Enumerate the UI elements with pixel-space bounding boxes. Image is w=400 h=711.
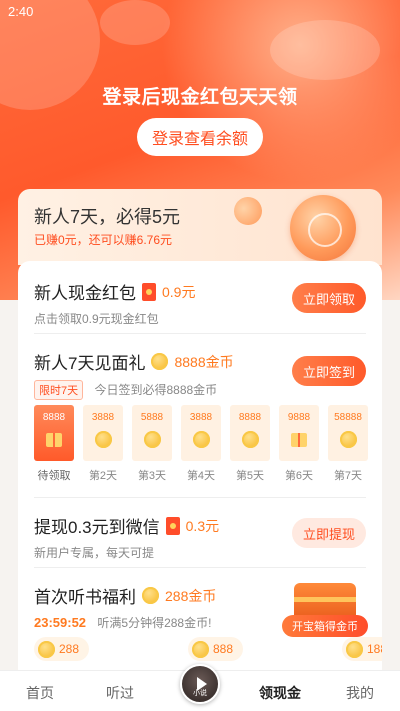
task-reward: 0.9元 xyxy=(162,283,196,300)
divider xyxy=(34,497,366,498)
player-caption: 小说 xyxy=(193,690,207,697)
gift-icon xyxy=(46,433,62,447)
task-reward: 288金币 xyxy=(165,587,217,604)
task-reward: 8888金币 xyxy=(174,353,234,370)
withdraw-button[interactable]: 立即提现 xyxy=(292,518,366,548)
day-label: 第2天 xyxy=(88,470,118,482)
reward-pill[interactable]: 288 xyxy=(34,637,90,661)
gold-coin-icon xyxy=(142,587,159,604)
divider xyxy=(34,333,366,334)
tab-history[interactable]: 听过 xyxy=(90,683,150,703)
day-item[interactable]: 8888 待领取 xyxy=(34,405,74,483)
task-title: 新人7天见面礼 xyxy=(34,354,146,373)
task-title: 提现0.3元到微信 xyxy=(34,518,160,537)
treasure-chest-button[interactable]: 开宝箱得金币 xyxy=(282,579,368,639)
checkin-button[interactable]: 立即签到 xyxy=(292,356,366,386)
gold-coin-icon xyxy=(94,431,112,448)
gold-coin-icon xyxy=(192,640,209,658)
day-amount: 58888 xyxy=(334,412,362,423)
coin-icon xyxy=(229,192,267,230)
gold-coin-icon xyxy=(241,431,259,448)
task-title: 新人现金红包 xyxy=(34,284,136,303)
red-packet-icon xyxy=(142,282,156,301)
banner-subtitle: 已赚0元，还可以赚6.76元 xyxy=(34,233,173,247)
day-label: 第6天 xyxy=(284,470,314,482)
gold-coin-icon xyxy=(143,431,161,448)
reward-pill[interactable]: 888 xyxy=(188,637,244,661)
pill-value: 288 xyxy=(59,642,80,656)
day-amount: 8888 xyxy=(238,412,262,423)
gold-coin-icon xyxy=(346,640,363,658)
gold-coin-icon xyxy=(151,353,169,370)
gift-icon xyxy=(291,433,307,447)
pill-value: 188 xyxy=(367,642,382,656)
limited-time-tag: 限时7天 xyxy=(34,380,84,400)
task-desc: 今日签到必得8888金币 xyxy=(94,383,218,397)
gold-coin-icon xyxy=(38,640,55,658)
countdown-timer: 23:59:52 xyxy=(34,615,87,630)
day-item[interactable]: 8888 第5天 xyxy=(230,405,270,483)
day-item[interactable]: 5888 第3天 xyxy=(132,405,172,483)
status-time: 2:40 xyxy=(8,4,34,19)
coin-icon xyxy=(290,195,356,261)
gold-coin-icon xyxy=(192,431,210,448)
checkin-days: 8888 待领取 3888 第2天 5888 第3天 3888 第4天 8888… xyxy=(34,405,374,485)
player-button[interactable]: 小说 xyxy=(180,664,220,704)
day-label: 第7天 xyxy=(333,470,363,482)
day-label: 第3天 xyxy=(137,470,167,482)
claim-now-button[interactable]: 立即领取 xyxy=(292,283,366,313)
decor-coin-icon xyxy=(100,0,170,45)
day-amount: 3888 xyxy=(189,412,213,423)
day-label: 第5天 xyxy=(235,470,265,482)
day-label: 第4天 xyxy=(186,470,216,482)
task-title: 首次听书福利 xyxy=(34,588,136,607)
day-item[interactable]: 3888 第4天 xyxy=(181,405,221,483)
hero-title: 登录后现金红包天天领 xyxy=(102,87,298,108)
divider xyxy=(34,567,366,568)
pill-value: 888 xyxy=(213,642,234,656)
day-amount: 5888 xyxy=(140,412,164,423)
day-amount: 8888 xyxy=(42,412,66,423)
login-button[interactable]: 登录查看余额 xyxy=(137,118,263,156)
day-item[interactable]: 3888 第2天 xyxy=(83,405,123,483)
task-desc: 听满5分钟得288金币! xyxy=(97,616,212,630)
reward-pill[interactable]: 188 xyxy=(342,637,382,661)
chest-label: 开宝箱得金币 xyxy=(282,615,368,637)
tab-cash[interactable]: 领现金 xyxy=(250,683,310,703)
banner-title: 新人7天，必得5元 xyxy=(34,207,181,227)
listen-rewards: 288 888 188 xyxy=(34,637,382,665)
trophy-icon xyxy=(339,431,357,448)
task-card: 新人现金红包 0.9元 点击领取0.9元现金红包 立即领取 新人7天见面礼 88… xyxy=(18,261,382,681)
tab-home[interactable]: 首页 xyxy=(10,683,70,703)
day-item[interactable]: 9888 第6天 xyxy=(279,405,319,483)
day-amount: 3888 xyxy=(91,412,115,423)
decor-coin-icon xyxy=(270,20,380,80)
red-packet-icon xyxy=(165,516,180,535)
day-item[interactable]: 58888 第7天 xyxy=(328,405,368,483)
tab-mine[interactable]: 我的 xyxy=(330,683,390,703)
day-amount: 9888 xyxy=(287,412,311,423)
newbie-banner: 新人7天，必得5元 已赚0元，还可以赚6.76元 xyxy=(18,189,382,265)
task-reward: 0.3元 xyxy=(185,517,220,534)
day-label: 待领取 xyxy=(37,470,71,482)
